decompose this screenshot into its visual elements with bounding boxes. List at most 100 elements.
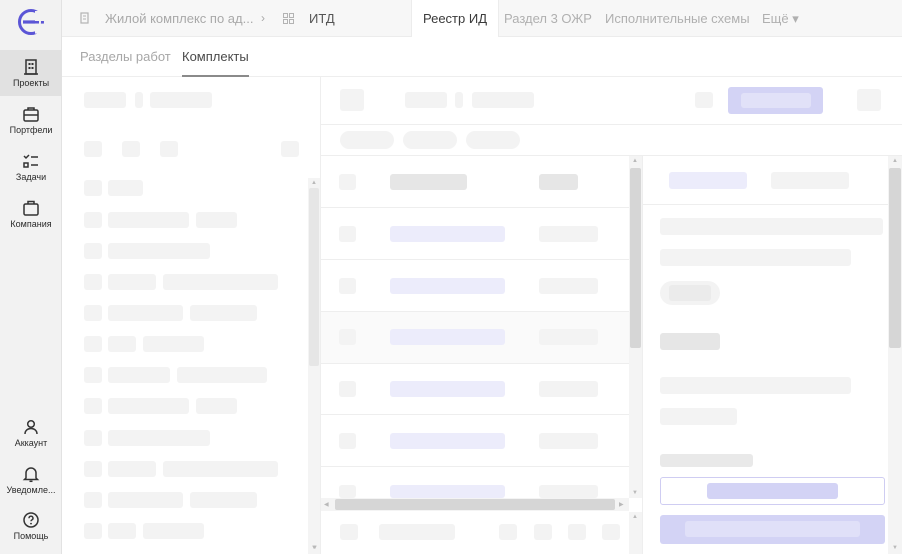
scrollbar-thumb[interactable]	[889, 168, 901, 348]
checklist-icon	[23, 154, 38, 168]
rail-item-label: Портфели	[9, 125, 53, 135]
skeleton-icon	[499, 524, 517, 540]
scroll-up-icon[interactable]: ▲	[892, 158, 898, 164]
rail-item-company[interactable]: Компания	[0, 191, 62, 237]
rail-item-projects[interactable]: Проекты	[0, 50, 62, 96]
skeleton-cell	[539, 226, 598, 242]
skeleton-chip	[403, 131, 457, 149]
scrollbar-thumb[interactable]	[335, 499, 615, 510]
skeleton-block	[108, 523, 136, 539]
skeleton-block	[108, 492, 183, 508]
skeleton-block	[405, 92, 447, 108]
skeleton-tab[interactable]	[771, 172, 849, 189]
rail-item-portfolios[interactable]: Портфели	[0, 97, 62, 143]
scrollbar-thumb[interactable]	[309, 188, 319, 366]
skeleton-block	[84, 243, 102, 259]
skeleton-block	[108, 461, 156, 477]
scroll-right-icon[interactable]: ▶	[619, 502, 624, 508]
skeleton-label	[660, 454, 753, 467]
scroll-up-icon[interactable]: ▲	[632, 514, 638, 520]
skeleton-block	[163, 461, 278, 477]
skeleton-block	[472, 92, 534, 108]
scrollbar-thumb[interactable]	[630, 168, 641, 348]
skeleton-icon	[534, 524, 552, 540]
rail-item-label: Задачи	[15, 172, 47, 182]
app-logo-icon[interactable]	[17, 8, 45, 36]
skeleton-block	[379, 524, 455, 540]
scroll-down-icon[interactable]: ▼	[632, 490, 638, 496]
skeleton-block	[196, 398, 237, 414]
building-icon	[24, 59, 38, 75]
skeleton-block	[108, 430, 210, 446]
divider	[321, 155, 902, 156]
skeleton-checkbox	[339, 329, 356, 345]
skeleton-line	[660, 218, 883, 235]
skeleton-chip	[466, 131, 520, 149]
tab-as-built-schemes[interactable]: Исполнительные схемы	[605, 0, 750, 37]
skeleton-block	[84, 180, 102, 196]
skeleton-icon	[84, 141, 102, 157]
skeleton-cell	[539, 329, 598, 345]
skeleton-checkbox	[339, 381, 356, 397]
building-icon	[80, 12, 89, 24]
tab-more[interactable]: Ещё ▾	[762, 0, 799, 37]
breadcrumb-project[interactable]: Жилой комплекс по ад...	[105, 0, 253, 37]
skeleton-block	[190, 305, 257, 321]
divider	[321, 259, 629, 260]
divider	[642, 156, 643, 554]
skeleton-block	[108, 367, 170, 383]
help-icon	[23, 512, 39, 528]
skeleton-checkbox	[339, 485, 356, 498]
rail-item-label: Компания	[10, 219, 52, 229]
subtab-work-sections[interactable]: Разделы работ	[80, 37, 171, 77]
divider	[321, 414, 629, 415]
scroll-down-icon[interactable]: ▼	[312, 545, 318, 551]
divider	[643, 204, 888, 205]
skeleton-block	[143, 336, 204, 352]
skeleton-checkbox	[339, 433, 356, 449]
rail-item-account[interactable]: Аккаунт	[0, 410, 62, 456]
scroll-down-icon[interactable]: ▼	[892, 545, 898, 551]
subtab-kits[interactable]: Комплекты	[182, 37, 249, 77]
skeleton-header	[539, 174, 578, 190]
skeleton-block	[84, 212, 102, 228]
skeleton-block	[84, 398, 102, 414]
skeleton-block	[163, 274, 278, 290]
rail-item-help[interactable]: Помощь	[0, 503, 62, 549]
rail-item-label: Помощь	[13, 531, 49, 541]
skeleton-cell	[539, 381, 598, 397]
skeleton-block	[455, 92, 463, 108]
skeleton-line	[660, 408, 737, 425]
skeleton-block	[84, 305, 102, 321]
skeleton-tab-active[interactable]	[669, 172, 747, 189]
rail-item-notifications[interactable]: Уведомле...	[0, 457, 62, 503]
divider	[321, 124, 902, 125]
rail-item-tasks[interactable]: Задачи	[0, 144, 62, 190]
breadcrumb-section[interactable]: ИТД	[309, 0, 335, 37]
tab-section-3[interactable]: Раздел 3 ОЖР	[504, 0, 592, 37]
divider	[321, 466, 629, 467]
skeleton-cell	[539, 485, 598, 498]
skeleton-cell	[390, 278, 505, 294]
skeleton-block	[707, 483, 838, 499]
skeleton-checkbox	[339, 174, 356, 190]
skeleton-line	[660, 377, 851, 394]
scroll-left-icon[interactable]: ◀	[324, 502, 329, 508]
tab-registry[interactable]: Реестр ИД	[411, 0, 500, 37]
briefcase-list-icon	[23, 107, 39, 122]
skeleton-checkbox	[339, 278, 356, 294]
sub-tabs: Разделы работ Комплекты	[62, 37, 902, 77]
skeleton-icon	[695, 92, 713, 108]
skeleton-cell	[390, 329, 505, 345]
scroll-up-icon[interactable]: ▲	[632, 158, 638, 164]
skeleton-block	[150, 92, 212, 108]
skeleton-cell	[390, 433, 505, 449]
skeleton-block	[108, 274, 156, 290]
grid-icon	[283, 13, 294, 24]
skeleton-icon	[281, 141, 299, 157]
skeleton-block	[84, 336, 102, 352]
divider	[321, 363, 629, 364]
skeleton-block	[196, 212, 237, 228]
skeleton-line	[660, 249, 851, 266]
scroll-up-icon[interactable]: ▲	[311, 180, 317, 186]
